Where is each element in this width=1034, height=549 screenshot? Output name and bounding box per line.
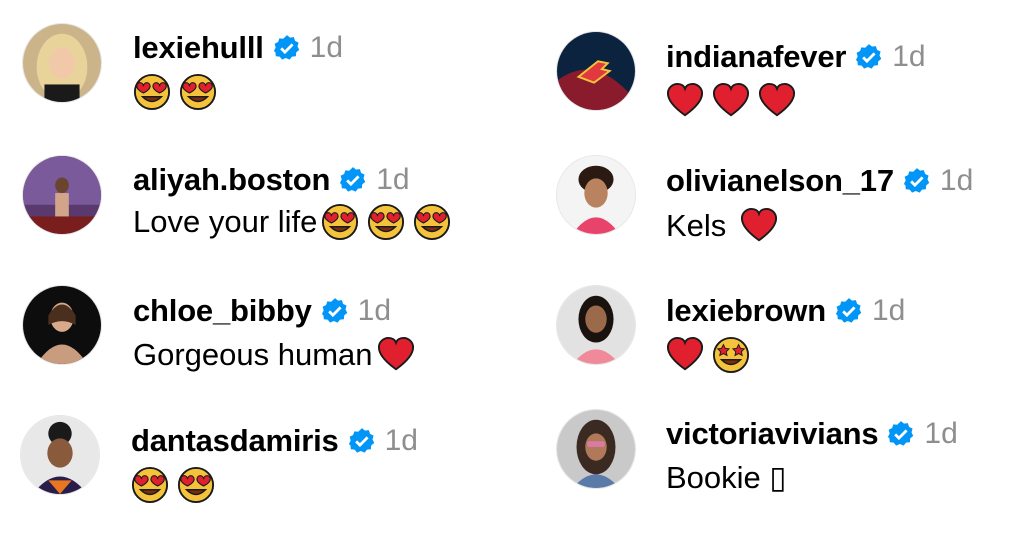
- timestamp: 1d: [924, 417, 958, 450]
- avatar[interactable]: [22, 285, 102, 365]
- timestamp: 1d: [892, 40, 926, 73]
- avatar[interactable]: [556, 285, 636, 365]
- comment-text: [666, 336, 758, 374]
- timestamp: 1d: [376, 163, 410, 196]
- avatar[interactable]: [22, 155, 102, 235]
- verified-badge-icon: [273, 34, 301, 62]
- timestamp: 1d: [309, 31, 344, 64]
- username[interactable]: dantasdamiris: [131, 423, 339, 459]
- star-struck-emoji-icon: [712, 336, 750, 374]
- verified-badge-icon: [348, 427, 376, 455]
- verified-badge-icon: [835, 297, 863, 325]
- comment-body: Gorgeous human: [133, 337, 373, 372]
- verified-badge-icon: [339, 166, 367, 194]
- verified-badge-icon: [903, 167, 931, 195]
- red-heart-emoji-icon: [740, 207, 778, 245]
- comment-text: Kels: [666, 207, 786, 245]
- comment-text: [131, 466, 223, 504]
- timestamp: 1d: [384, 424, 418, 457]
- username[interactable]: lexiehulll: [133, 30, 264, 66]
- heart-eyes-emoji-icon: [413, 203, 451, 241]
- verified-badge-icon: [855, 43, 883, 71]
- comment-text: Love your life: [133, 203, 459, 241]
- avatar[interactable]: [22, 23, 102, 103]
- heart-eyes-emoji-icon: [133, 73, 171, 111]
- comment-body: Bookie ▯: [666, 460, 787, 495]
- heart-eyes-emoji-icon: [179, 73, 217, 111]
- username[interactable]: indianafever: [666, 39, 846, 75]
- comment-text: [666, 82, 804, 120]
- red-heart-emoji-icon: [758, 82, 796, 120]
- timestamp: 1d: [939, 164, 974, 197]
- red-heart-emoji-icon: [666, 82, 704, 120]
- heart-eyes-emoji-icon: [131, 466, 169, 504]
- red-heart-emoji-icon: [712, 82, 750, 120]
- red-heart-emoji-icon: [666, 336, 704, 374]
- username[interactable]: aliyah.boston: [133, 162, 330, 198]
- username[interactable]: victoriavivians: [666, 416, 879, 452]
- comment-text: Gorgeous human: [133, 336, 423, 374]
- avatar[interactable]: [556, 155, 636, 235]
- timestamp: 1d: [871, 294, 906, 327]
- avatar[interactable]: [556, 409, 636, 489]
- comment-body: Kels: [666, 208, 727, 243]
- heart-eyes-emoji-icon: [367, 203, 405, 241]
- timestamp: 1d: [357, 294, 392, 327]
- heart-eyes-emoji-icon: [177, 466, 215, 504]
- avatar[interactable]: [20, 415, 100, 495]
- comment-text: Bookie ▯: [666, 460, 786, 496]
- username[interactable]: lexiebrown: [666, 293, 826, 329]
- verified-badge-icon: [887, 420, 915, 448]
- username[interactable]: chloe_bibby: [133, 293, 312, 329]
- red-heart-emoji-icon: [377, 336, 415, 374]
- username[interactable]: olivianelson_17: [666, 163, 894, 199]
- heart-eyes-emoji-icon: [321, 203, 359, 241]
- comment-body: Love your life: [133, 204, 318, 239]
- avatar[interactable]: [556, 31, 636, 111]
- comment-text: [133, 73, 225, 111]
- verified-badge-icon: [321, 297, 349, 325]
